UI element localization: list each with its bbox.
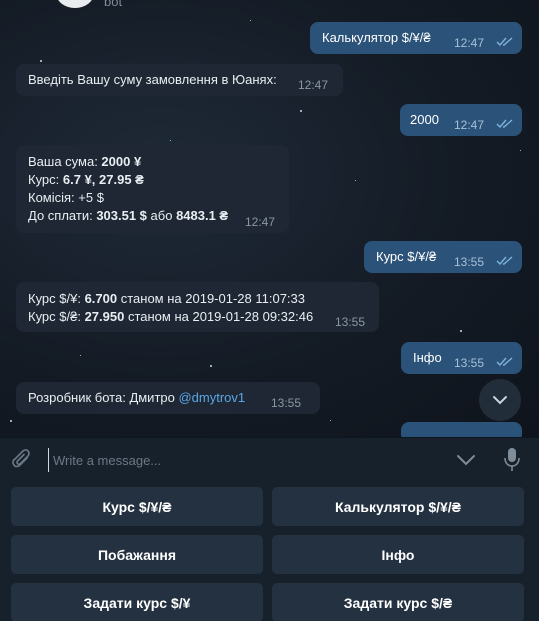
message-composer: [0, 437, 539, 481]
background-star: [10, 420, 12, 422]
outgoing-message: Калькулятор $/¥/₴ 12:47: [310, 22, 522, 54]
message-time: 12:47: [454, 118, 485, 132]
line-text: станом на 2019-01-28 11:07:33: [117, 291, 306, 306]
background-star: [355, 180, 356, 181]
background-star: [250, 20, 251, 21]
message-text: Курс $/¥/₴: [376, 249, 437, 264]
background-star: [300, 110, 302, 112]
incoming-message: Розробник бота: Дмитро @dmytrov1 13:55: [16, 382, 320, 414]
keyboard-button-wishes[interactable]: Побажання: [11, 535, 263, 574]
message-time: 12:47: [245, 215, 276, 229]
attach-icon[interactable]: [12, 449, 32, 471]
scroll-down-icon: [493, 396, 507, 405]
incoming-message: Введіть Вашу суму замовлення в Юанях: 12…: [16, 64, 343, 96]
line-value: 8483.1 ₴: [176, 208, 229, 223]
message-text: Введіть Вашу суму замовлення в Юанях:: [28, 72, 277, 87]
bot-keyboard: Курс $/¥/₴ Калькулятор $/¥/₴ Побажання І…: [0, 481, 539, 621]
keyboard-button-set-rate-yuan[interactable]: Задати курс $/¥: [11, 583, 263, 621]
line-label: Курс $/₴:: [28, 309, 85, 324]
developer-link[interactable]: @dmytrov1: [178, 390, 245, 405]
outgoing-message: Курс $/¥/₴ 13:55: [364, 241, 522, 273]
line-text: станом на 2019-01-28 09:32:46: [124, 309, 314, 324]
background-star: [330, 420, 331, 421]
message-text: Калькулятор $/¥/₴: [322, 30, 431, 45]
background-star: [210, 365, 212, 367]
message-line: Курс $/₴: 27.950 станом на 2019-01-28 09…: [28, 308, 367, 326]
message-line: Курс $/¥: 6.700 станом на 2019-01-28 11:…: [28, 290, 367, 308]
microphone-icon[interactable]: [504, 447, 520, 473]
double-check-icon: [496, 256, 513, 266]
line-value: 2000 ¥: [101, 154, 142, 169]
keyboard-button-rates[interactable]: Курс $/¥/₴: [11, 487, 263, 526]
background-star: [170, 140, 171, 141]
bot-name: bot: [104, 0, 123, 9]
line-label: Комісія: +5 $: [28, 190, 104, 205]
message-line: Ваша сума: 2000 ¥: [28, 153, 277, 171]
message-time: 13:55: [271, 396, 302, 410]
double-check-icon: [496, 37, 513, 47]
outgoing-message: Інфо 13:55: [401, 342, 522, 374]
line-value: 6.700: [84, 291, 118, 306]
line-label: Курс $/¥:: [28, 291, 85, 306]
bot-avatar[interactable]: [56, 0, 94, 8]
background-star: [460, 330, 462, 332]
message-time: 13:55: [335, 315, 366, 329]
line-label: Курс:: [28, 172, 63, 187]
message-time: 12:47: [454, 36, 485, 50]
line-value: 303.51 $: [96, 208, 147, 223]
keyboard-button-info[interactable]: Інфо: [272, 535, 524, 574]
message-text: 2000: [410, 112, 439, 127]
line-label: Ваша сума:: [28, 154, 102, 169]
message-text: Інфо: [413, 350, 442, 365]
scroll-down-button[interactable]: [479, 379, 521, 421]
incoming-message: Курс $/¥: 6.700 станом на 2019-01-28 11:…: [16, 282, 379, 332]
line-label: До сплати:: [28, 208, 97, 223]
line-value: 6.7 ¥, 27.95 ₴: [62, 172, 144, 187]
message-line: До сплати: 303.51 $ або 8483.1 ₴: [28, 207, 277, 225]
message-time: 13:55: [454, 356, 485, 370]
double-check-icon: [496, 119, 513, 129]
chat-area: bot Калькулятор $/¥/₴ 12:47 Введіть Вашу…: [0, 0, 539, 437]
message-time: 12:47: [298, 78, 329, 92]
message-text: Розробник бота: Дмитро: [28, 390, 179, 405]
message-time: 13:55: [454, 255, 485, 269]
background-star: [520, 150, 521, 151]
keyboard-button-set-rate-hryvnia[interactable]: Задати курс $/₴: [272, 583, 524, 621]
incoming-message: Ваша сума: 2000 ¥ Курс: 6.7 ¥, 27.95 ₴ К…: [16, 145, 289, 233]
double-check-icon: [496, 357, 513, 367]
outgoing-message-partial: [401, 422, 522, 437]
background-star: [40, 60, 42, 62]
line-value: 27.950: [84, 309, 125, 324]
message-line: Комісія: +5 $: [28, 189, 277, 207]
outgoing-message: 2000 12:47: [400, 104, 522, 136]
message-input[interactable]: [48, 448, 428, 472]
keyboard-button-calculator[interactable]: Калькулятор $/¥/₴: [272, 487, 524, 526]
message-line: Курс: 6.7 ¥, 27.95 ₴: [28, 171, 277, 189]
chevron-down-icon[interactable]: [456, 453, 476, 467]
line-text: або: [146, 208, 177, 223]
background-star: [80, 355, 81, 356]
